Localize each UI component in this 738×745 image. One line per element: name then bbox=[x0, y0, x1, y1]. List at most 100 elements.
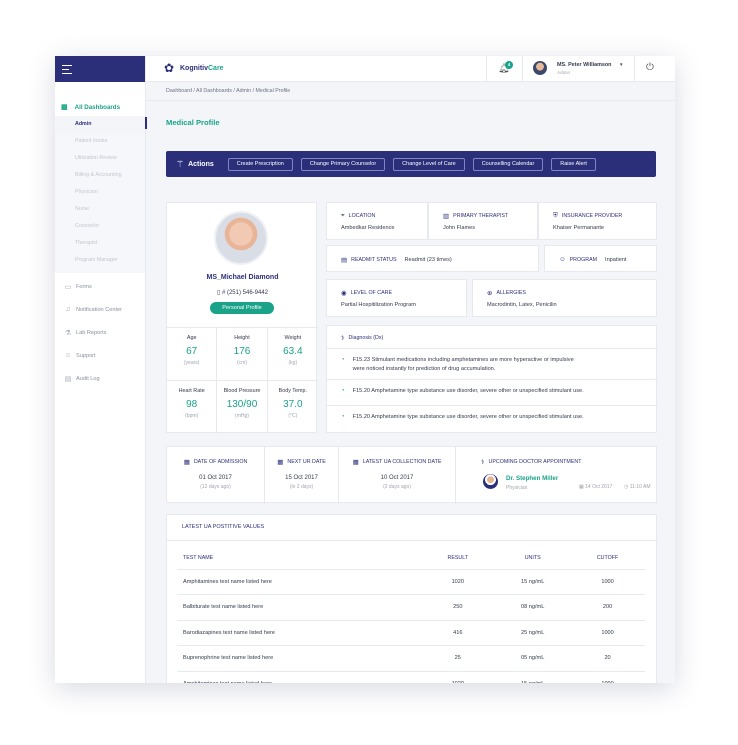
appointment-time: ◷ 11:10 AM bbox=[624, 484, 651, 490]
column-header-test-name: Test Name bbox=[177, 547, 421, 570]
therapist-label: Primary Therapist bbox=[453, 213, 509, 219]
cell-cutoff: 1000 bbox=[570, 569, 645, 595]
ua-title: Latest UA Postitive Values bbox=[182, 524, 265, 530]
sidebar-item-support[interactable]: ☺ Support bbox=[55, 344, 145, 367]
date-value: 01 Oct 2017 bbox=[199, 475, 232, 481]
sidebar-subitem-counselor[interactable]: Counselor bbox=[55, 218, 145, 235]
sidebar-item-notification-center[interactable]: ♫ Notification Center bbox=[55, 298, 145, 321]
vital-value: 176 bbox=[233, 346, 251, 357]
table-header-row: Test Name Result Units Cutoff bbox=[177, 547, 645, 570]
sidebar-item-audit-log[interactable]: ▤ Audit Log bbox=[55, 367, 145, 390]
diagnosis-item: ◔ F15.20 Amphetamine type substance use … bbox=[341, 413, 646, 422]
page-title: Medical Profile bbox=[166, 118, 220, 127]
diagnosis-text-line2: were noticed instantly for prediction of… bbox=[352, 365, 496, 372]
user-avatar[interactable] bbox=[533, 61, 547, 75]
diagnosis-text: F15.23 Stimulant medications including a… bbox=[352, 357, 574, 363]
divider bbox=[327, 405, 658, 406]
sidebar-subitem-therapist[interactable]: Therapist bbox=[55, 235, 145, 252]
sidebar-item-label: Forms bbox=[76, 283, 92, 290]
divider bbox=[146, 100, 675, 101]
date-value: 10 Oct 2017 bbox=[380, 475, 414, 481]
sidebar-item-label: All Dashboards bbox=[74, 103, 121, 111]
sidebar-subitem-admin[interactable]: Admin bbox=[55, 116, 145, 133]
patient-avatar bbox=[214, 211, 268, 265]
column-header-units: Units bbox=[495, 547, 571, 570]
sidebar-subitem-billing[interactable]: Billing & Accounting bbox=[55, 167, 145, 184]
cell-units: 05 ng/mL bbox=[495, 645, 571, 672]
vital-label: Heart Rate bbox=[178, 388, 205, 394]
change-level-of-care-button[interactable]: Change Level of Care bbox=[393, 157, 465, 171]
change-primary-counselor-button[interactable]: Change Primary Counselor bbox=[300, 157, 386, 171]
sidebar-subitem-utilization-review[interactable]: Utilization Review bbox=[55, 150, 145, 167]
vital-label: Weight bbox=[284, 335, 302, 341]
power-icon[interactable]: ⏻ bbox=[646, 62, 654, 73]
program-card: ☺ Program Inpatient bbox=[544, 245, 657, 272]
date-relative: (2 days ago) bbox=[383, 484, 411, 490]
diagnosis-text: F15.20 Amphetamine type substance use di… bbox=[352, 414, 584, 420]
sidebar-subitem-patient-intake[interactable]: Patient Intake bbox=[55, 133, 145, 150]
hamburger-menu-icon[interactable] bbox=[62, 65, 72, 77]
vital-value: 98 bbox=[186, 399, 198, 410]
vital-unit: (kg) bbox=[288, 360, 298, 366]
sidebar-subitem-program-manager[interactable]: Program Manager bbox=[55, 252, 145, 269]
cell-test-name: Amphitamines test name listed here bbox=[177, 569, 421, 595]
patient-phone: ▯ # (251) 546-9442 bbox=[167, 289, 318, 296]
allergies-value: Macrodintin, Latex, Penicilin bbox=[487, 302, 557, 308]
next-ur-date: ▦ Next UR Date 15 Oct 2017 (in 2 days) bbox=[265, 447, 339, 504]
counselling-calendar-button[interactable]: Counselling Calendar bbox=[472, 157, 544, 171]
calendar-icon: ▦ bbox=[352, 459, 359, 466]
diagnosis-item: ◔ F15.20 Amphetamine type substance use … bbox=[341, 387, 646, 396]
calendar-icon: ▦ bbox=[277, 459, 284, 466]
insurance-value: Khaiser Permanante bbox=[553, 225, 604, 231]
sidebar-item-all-dashboards[interactable]: ▦ All Dashboards bbox=[55, 100, 145, 114]
vitals-grid: Age 67 (years) Height 176 (cm) Weight 63… bbox=[167, 327, 318, 434]
table-row: Buprenophrine test name listed here 25 0… bbox=[177, 645, 645, 672]
column-header-result: Result bbox=[420, 547, 496, 570]
raise-alert-button[interactable]: Raise Alert bbox=[551, 157, 596, 171]
chevron-down-icon[interactable]: ▼ bbox=[619, 62, 623, 67]
notification-count-badge: 4 bbox=[505, 61, 513, 69]
cell-cutoff: 1000 bbox=[570, 671, 645, 683]
readmit-label: Readmit Status bbox=[351, 257, 397, 263]
location-card: ⌖ Location Ambedkar Residence bbox=[326, 202, 428, 240]
vital-value: 67 bbox=[186, 346, 198, 357]
cell-result: 1020 bbox=[420, 569, 496, 595]
doctor-name[interactable]: Dr. Stephen Miller bbox=[506, 475, 558, 482]
cell-test-name: Amphitamines test name listed here bbox=[177, 671, 421, 683]
doctor-avatar bbox=[483, 474, 498, 489]
diagnosis-label: Diagnosis (Dx) bbox=[348, 335, 384, 341]
level-value: Partial Hospitilization Program bbox=[341, 302, 416, 308]
calendar-icon: ▦ bbox=[183, 459, 190, 466]
allergies-card: ⊕ Allergies Macrodintin, Latex, Penicilin bbox=[472, 279, 657, 317]
personal-profile-button[interactable]: Personal Profile bbox=[210, 302, 274, 314]
sidebar-subitem-physician[interactable]: Physician bbox=[55, 184, 145, 201]
divider bbox=[522, 56, 523, 82]
create-prescription-button[interactable]: Create Prescription bbox=[227, 157, 293, 171]
clock-icon: ◷ bbox=[624, 484, 629, 490]
grid-icon: ▦ bbox=[61, 104, 68, 111]
cell-cutoff: 1000 bbox=[570, 620, 645, 646]
date-label: Next UR Date bbox=[287, 459, 326, 465]
sidebar-item-label: Notification Center bbox=[76, 306, 123, 313]
appointment-time-value: 11:10 AM bbox=[629, 484, 651, 490]
app-logo[interactable]: ✿ Kognitiv Care bbox=[164, 62, 224, 75]
column-header-cutoff: Cutoff bbox=[570, 547, 645, 570]
vital-unit: (°C) bbox=[288, 413, 298, 419]
check-circle-icon: ◔ bbox=[341, 414, 345, 420]
vital-unit: (cm) bbox=[236, 360, 247, 366]
user-name[interactable]: MS. Peter Williamson bbox=[557, 62, 611, 68]
sidebar-item-forms[interactable]: ▭ Forms bbox=[55, 275, 145, 298]
vital-body-temp: Body Temp. 37.0 (°C) bbox=[268, 381, 318, 434]
ua-values-card: Latest UA Postitive Values Test Name Res… bbox=[166, 514, 658, 683]
table-row: Balbiturate test name listed here 250 08… bbox=[177, 594, 645, 621]
sidebar-subitem-nurse[interactable]: Nurse bbox=[55, 201, 145, 218]
patient-name: MS_Michael Diamond bbox=[206, 274, 279, 281]
sidebar-item-label: Audit Log bbox=[76, 375, 100, 382]
vital-unit: (years) bbox=[183, 360, 200, 366]
sidebar-item-lab-reports[interactable]: ⚗ Lab Reports bbox=[55, 321, 145, 344]
appointment-date-value: 14 Oct 2017 bbox=[585, 484, 613, 490]
main-content: Dashboard / All Dashboards / Admin / Med… bbox=[145, 82, 675, 683]
check-circle-icon: ◔ bbox=[341, 357, 345, 363]
therapist-value: John Flames bbox=[443, 225, 476, 231]
program-value: Inpatient bbox=[605, 256, 627, 263]
